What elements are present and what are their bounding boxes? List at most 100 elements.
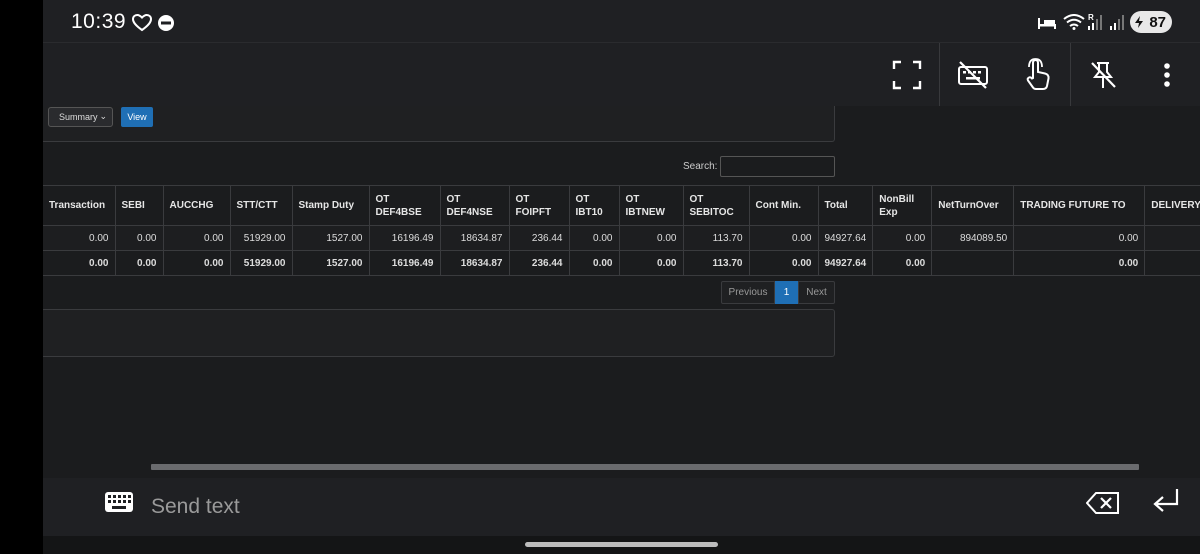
column-header[interactable]: NonBill Exp xyxy=(872,185,933,226)
column-header[interactable]: OT DEF4NSE xyxy=(440,185,510,226)
backspace-icon[interactable] xyxy=(1086,492,1120,514)
chevron-down-icon: ⌄ xyxy=(99,111,107,121)
column-header-label: AUCCHG xyxy=(169,200,214,211)
column-header[interactable]: NetTurnOver xyxy=(931,185,1015,226)
total-cell: 0.00 xyxy=(872,250,933,276)
total-cell: 0.00 xyxy=(619,250,684,276)
column-header-label: Cont Min. xyxy=(755,200,802,211)
column-header[interactable]: OT IBTNEW xyxy=(619,185,684,226)
toolbar-divider xyxy=(939,43,940,107)
column-header-label: DELIVERY xyxy=(1151,200,1200,211)
summary-table: Transaction SEBI AUCCHG STT/CTT Stamp Duty OT… xyxy=(43,185,1200,276)
table-total-row: 0.00 0.00 0.00 51929.00 1527.00 16196.49 18634… xyxy=(43,250,1200,276)
remote-toolbar xyxy=(43,42,1200,107)
column-header[interactable]: Cont Min. xyxy=(749,185,819,226)
table-row[interactable]: 0.00 0.00 0.00 51929.00 1527.00 16196.49 18634… xyxy=(43,225,1200,251)
bed-icon xyxy=(1038,18,1056,29)
previous-page-button[interactable]: Previous xyxy=(721,281,775,304)
more-vert-icon xyxy=(1164,63,1170,87)
column-header-label: NetTurnOver xyxy=(938,200,999,211)
enter-icon[interactable] xyxy=(1151,488,1181,516)
column-header-label: OT xyxy=(625,193,640,205)
battery-icon: 87 xyxy=(1130,11,1172,33)
keyboard-off-icon xyxy=(958,61,988,89)
column-header-label: STT/CTT xyxy=(236,200,278,211)
column-header-label: DEF4BSE xyxy=(375,206,422,218)
column-header[interactable]: OT SEBITOC xyxy=(683,185,750,226)
column-header-label: NonBill xyxy=(879,193,915,205)
column-header[interactable]: TRADING FUTURE TO xyxy=(1013,185,1146,226)
total-cell: 16196.49 xyxy=(369,250,441,276)
device-screen: 10:39 R 87 Summary ⌄ View Search: Transa… xyxy=(43,0,1200,554)
total-cell: 1527.00 xyxy=(292,250,370,276)
report-type-select[interactable]: Summary ⌄ xyxy=(48,107,113,127)
column-header-label: OT xyxy=(515,193,530,205)
table-cell: 0.00 xyxy=(872,225,933,251)
search-label: Search: xyxy=(683,161,718,172)
total-cell: 0.00 xyxy=(163,250,231,276)
total-cell: 94927.64 xyxy=(818,250,874,276)
column-header-label: TRADING FUTURE TO xyxy=(1020,200,1126,211)
more-options-button[interactable] xyxy=(1135,43,1199,107)
total-cell: 18634.87 xyxy=(440,250,510,276)
page-1-button[interactable]: 1 xyxy=(775,281,798,304)
unpin-button[interactable] xyxy=(1071,43,1135,107)
svg-text:R: R xyxy=(1088,13,1094,22)
column-header-label: Stamp Duty xyxy=(298,200,355,211)
pagination: Previous 1 Next xyxy=(721,281,835,304)
column-header-label: IBTNEW xyxy=(625,206,665,218)
column-header[interactable]: Transaction xyxy=(43,185,116,226)
total-cell: 51929.00 xyxy=(230,250,293,276)
search-input[interactable] xyxy=(720,156,835,177)
charging-bolt-icon xyxy=(1135,16,1143,28)
column-header-label: OT xyxy=(375,193,390,205)
info-panel xyxy=(43,309,835,357)
total-cell xyxy=(931,250,1015,276)
column-header[interactable]: Stamp Duty xyxy=(292,185,370,226)
column-header[interactable]: AUCCHG xyxy=(163,185,231,226)
column-header[interactable]: STT/CTT xyxy=(230,185,293,226)
column-header-label: Transaction xyxy=(49,200,106,211)
column-header[interactable]: OT IBT10 xyxy=(569,185,620,226)
status-time: 10:39 xyxy=(71,10,127,33)
table-cell: 51929.00 xyxy=(230,225,293,251)
fullscreen-button[interactable] xyxy=(875,43,939,107)
next-page-button[interactable]: Next xyxy=(798,281,835,304)
total-cell: 236.44 xyxy=(509,250,570,276)
table-cell xyxy=(1144,225,1200,251)
home-indicator[interactable] xyxy=(525,542,718,547)
send-text-input[interactable]: Send text xyxy=(151,495,240,519)
table-cell: 0.00 xyxy=(43,225,116,251)
total-cell: 113.70 xyxy=(683,250,750,276)
keyboard-off-button[interactable] xyxy=(941,43,1005,107)
column-header-label: OT xyxy=(689,193,704,205)
column-header-label: FOIPFT xyxy=(515,206,552,218)
filter-panel: Summary ⌄ View xyxy=(43,106,835,142)
keyboard-icon[interactable] xyxy=(105,492,133,512)
table-cell: 113.70 xyxy=(683,225,750,251)
total-cell: 0.00 xyxy=(569,250,620,276)
column-header-label: IBT10 xyxy=(575,206,603,218)
horizontal-scrollbar[interactable] xyxy=(151,464,1139,470)
fullscreen-icon xyxy=(892,60,922,90)
column-header-label: SEBITOC xyxy=(689,206,734,218)
table-cell: 18634.87 xyxy=(440,225,510,251)
touch-button[interactable] xyxy=(1005,43,1069,107)
signal-icon xyxy=(1110,15,1124,30)
table-cell: 0.00 xyxy=(163,225,231,251)
column-header-label: SEBI xyxy=(121,200,145,211)
column-header[interactable]: DELIVERY xyxy=(1144,185,1200,226)
column-header[interactable]: SEBI xyxy=(115,185,164,226)
table-cell: 0.00 xyxy=(749,225,819,251)
table-header-row: Transaction SEBI AUCCHG STT/CTT Stamp Duty OT… xyxy=(43,185,1200,226)
column-header[interactable]: Total xyxy=(818,185,874,226)
navigation-bar xyxy=(43,536,1200,554)
view-button[interactable]: View xyxy=(121,107,153,127)
unpin-icon xyxy=(1091,62,1116,88)
text-input-bar: Send text xyxy=(43,478,1200,536)
column-header[interactable]: OT FOIPFT xyxy=(509,185,570,226)
table-cell: 0.00 xyxy=(115,225,164,251)
column-header[interactable]: OT DEF4BSE xyxy=(369,185,441,226)
table-cell: 1527.00 xyxy=(292,225,370,251)
heart-shield-icon xyxy=(132,14,152,32)
